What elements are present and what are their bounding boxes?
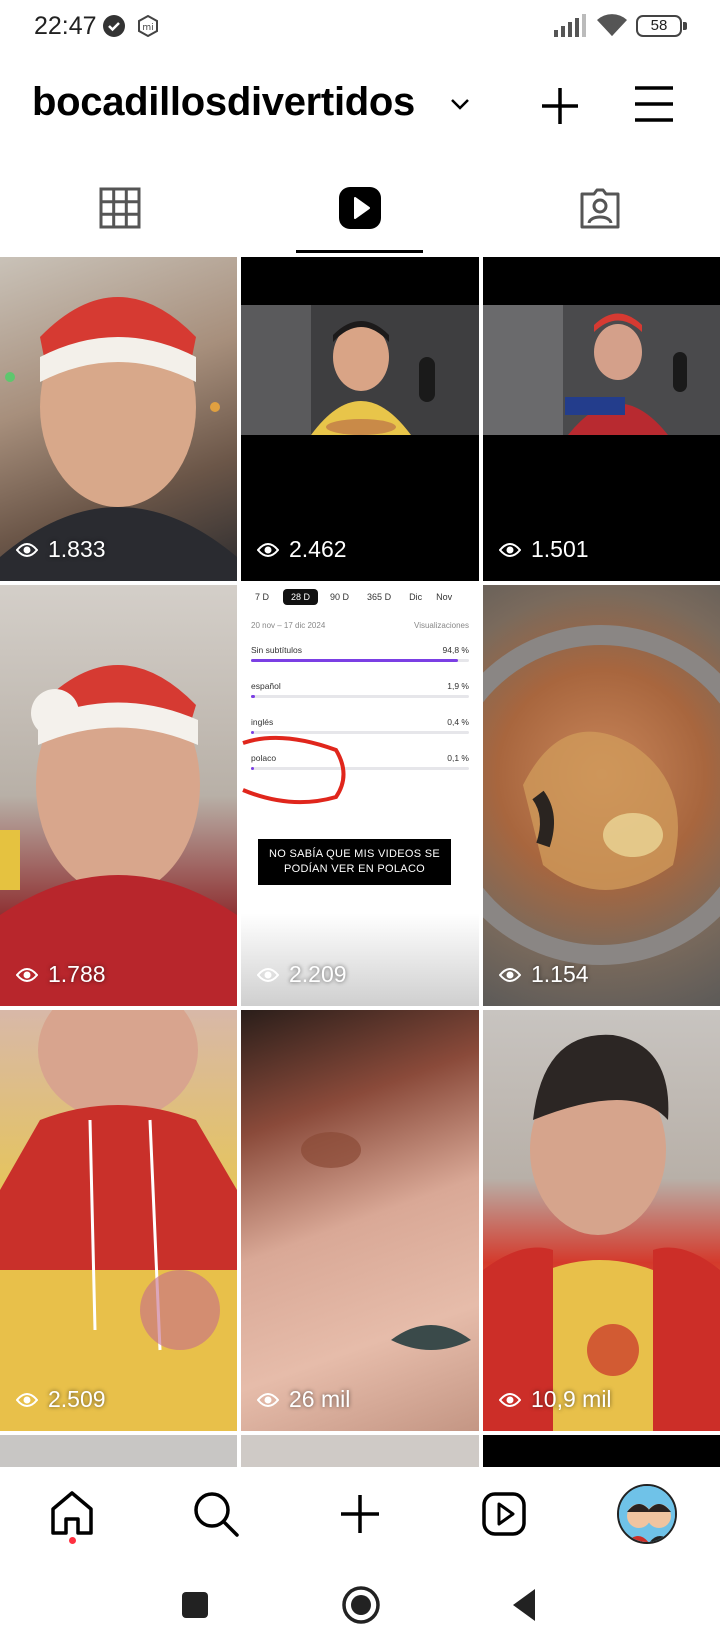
- eye-icon: [16, 542, 38, 557]
- reels-grid: 1.833 2.462 1.501 1.788 7 D 28 D 90 D 36…: [0, 257, 720, 1467]
- eye-icon: [499, 542, 521, 557]
- reel-thumbnail[interactable]: 26 mil: [241, 1010, 479, 1431]
- mi-icon: mi: [137, 14, 159, 38]
- menu-icon[interactable]: [632, 84, 676, 124]
- reel-thumbnail[interactable]: 10,9 mil: [483, 1010, 720, 1431]
- svg-text:mi: mi: [142, 23, 153, 33]
- reel-thumbnail[interactable]: [483, 1435, 720, 1467]
- view-count-text: 2.462: [289, 536, 347, 562]
- status-bar: 22:47 mi 58: [0, 0, 720, 56]
- reel-thumbnail[interactable]: [0, 1435, 237, 1467]
- tab-tagged[interactable]: [480, 172, 720, 256]
- view-count: 1.833: [16, 536, 106, 563]
- wifi-icon: [596, 12, 628, 38]
- home-icon[interactable]: [47, 1489, 97, 1539]
- create-icon[interactable]: [335, 1489, 385, 1539]
- reels-icon: [338, 186, 382, 235]
- reel-thumbnail[interactable]: 1.788: [0, 585, 237, 1006]
- view-count: 1.501: [499, 536, 589, 563]
- view-count: 26 mil: [257, 1386, 350, 1413]
- profile-avatar[interactable]: [617, 1484, 677, 1544]
- view-count: 2.509: [16, 1386, 106, 1413]
- reel-thumbnail[interactable]: [241, 1435, 479, 1467]
- tagged-icon: [578, 186, 622, 235]
- view-count-text: 10,9 mil: [531, 1386, 612, 1412]
- reels-icon[interactable]: [479, 1489, 529, 1539]
- view-count-text: 2.509: [48, 1386, 106, 1412]
- check-circle-icon: [103, 15, 125, 37]
- status-time: 22:47: [34, 12, 97, 40]
- profile-header: bocadillosdivertidos: [0, 60, 720, 150]
- bottom-nav: [0, 1467, 720, 1563]
- reel-thumbnail[interactable]: 2.509: [0, 1010, 237, 1431]
- back-button[interactable]: [503, 1583, 547, 1627]
- tab-reels[interactable]: [240, 172, 480, 256]
- eye-icon: [499, 967, 521, 982]
- caption-line: NO SABÍA QUE MIS VIDEOS SE: [268, 848, 440, 860]
- reel-thumbnail[interactable]: 1.501: [483, 257, 720, 581]
- tab-grid[interactable]: [0, 172, 240, 256]
- eye-icon: [499, 1392, 521, 1407]
- battery-icon: 58: [636, 15, 687, 37]
- system-navigation: [0, 1563, 720, 1650]
- chevron-down-icon[interactable]: [448, 94, 472, 114]
- caption-box: NO SABÍA QUE MIS VIDEOS SE PODÍAN VER EN…: [258, 839, 451, 885]
- eye-icon: [257, 542, 279, 557]
- reel-thumbnail[interactable]: 1.154: [483, 585, 720, 1006]
- reel-thumbnail[interactable]: 1.833: [0, 257, 237, 581]
- view-count-text: 1.788: [48, 961, 106, 987]
- view-count: 2.209: [257, 961, 347, 988]
- view-count-text: 2.209: [289, 961, 347, 987]
- view-count: 1.154: [499, 961, 589, 988]
- view-count-text: 26 mil: [289, 1386, 351, 1412]
- recents-button[interactable]: [173, 1583, 217, 1627]
- reel-thumbnail[interactable]: 2.462: [241, 257, 479, 581]
- grid-icon: [98, 186, 142, 235]
- home-button[interactable]: [339, 1583, 383, 1627]
- eye-icon: [257, 967, 279, 982]
- view-count: 2.462: [257, 536, 347, 563]
- view-count: 1.788: [16, 961, 106, 988]
- username[interactable]: bocadillosdivertidos: [32, 80, 415, 125]
- signal-icon: [553, 14, 587, 38]
- view-count: 10,9 mil: [499, 1386, 612, 1413]
- eye-icon: [16, 1392, 38, 1407]
- eye-icon: [16, 967, 38, 982]
- view-count-text: 1.154: [531, 961, 589, 987]
- caption-line: PODÍAN VER EN POLACO: [283, 863, 426, 875]
- view-count-text: 1.501: [531, 536, 589, 562]
- notification-dot: [69, 1537, 76, 1544]
- eye-icon: [257, 1392, 279, 1407]
- reel-thumbnail-analytics[interactable]: 7 D 28 D 90 D 365 D Dic Nov 20 nov – 17 …: [241, 585, 479, 1006]
- profile-tabs: [0, 172, 720, 256]
- view-count-text: 1.833: [48, 536, 106, 562]
- red-circle-annotation: [242, 735, 346, 805]
- active-tab-indicator: [296, 250, 423, 253]
- search-icon[interactable]: [191, 1489, 241, 1539]
- plus-icon[interactable]: [538, 84, 582, 128]
